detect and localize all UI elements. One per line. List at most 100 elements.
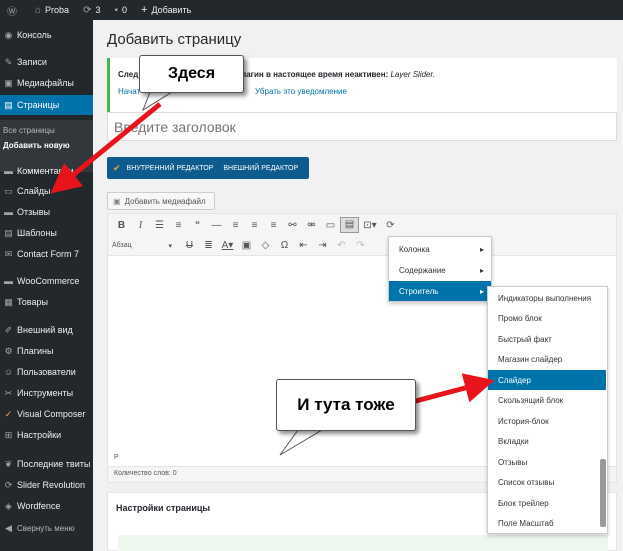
numbered-list-icon[interactable]: ≡ bbox=[169, 220, 188, 231]
sidebar-item-dashboard[interactable]: ◉ Консоль bbox=[0, 25, 93, 45]
sidebar-item-slider-revolution[interactable]: ⟳ Slider Revolution bbox=[0, 475, 93, 495]
sidebar-item-contact-form[interactable]: ✉ Contact Form 7 bbox=[0, 244, 93, 264]
submenu-all-pages[interactable]: Все страницы bbox=[3, 126, 55, 135]
sidebar-item-label: WooCommerce bbox=[17, 276, 80, 286]
menu-item-builder[interactable]: Строитель ▸ bbox=[389, 281, 491, 301]
submenu-item[interactable]: Индикаторы выполнения bbox=[488, 288, 606, 308]
align-left-icon[interactable]: ≡ bbox=[226, 220, 245, 231]
submenu-add-new[interactable]: Добавить новую bbox=[3, 141, 70, 150]
menu-item-column[interactable]: Колонка ▸ bbox=[389, 239, 491, 259]
chevron-right-icon: ▸ bbox=[479, 244, 484, 254]
sidebar-item-testimonials[interactable]: ▬ Отзывы bbox=[0, 202, 93, 222]
link-icon[interactable]: ⚯ bbox=[283, 220, 302, 231]
sidebar-item-pages[interactable]: ▤ Страницы bbox=[0, 95, 93, 115]
undo-icon[interactable]: ↶ bbox=[332, 240, 351, 251]
sidebar-item-appearance[interactable]: ✐ Внешний вид bbox=[0, 320, 93, 340]
sidebar-item-plugins[interactable]: ⚙ Плагины bbox=[0, 341, 93, 361]
italic-icon[interactable]: I bbox=[131, 220, 150, 231]
bold-icon[interactable]: B bbox=[112, 220, 131, 231]
sidebar-item-label: Пользователи bbox=[17, 367, 76, 377]
title-input[interactable] bbox=[107, 112, 617, 141]
submenu-item[interactable]: Отзывы bbox=[488, 452, 606, 472]
special-char-icon[interactable]: Ω bbox=[275, 240, 294, 251]
sidebar-item-templates[interactable]: ▤ Шаблоны bbox=[0, 223, 93, 243]
clear-formatting-icon[interactable]: ◇ bbox=[256, 240, 275, 251]
menu-item-content[interactable]: Содержание ▸ bbox=[389, 260, 491, 280]
inner-editor-button[interactable]: ВНУТРЕННИЙ РЕДАКТОР bbox=[127, 165, 214, 172]
tools-icon: ✂ bbox=[4, 387, 13, 398]
sidebar-item-slides[interactable]: ▭ Слайды bbox=[0, 181, 93, 201]
format-select[interactable]: Абзац ▾ bbox=[112, 239, 176, 253]
blockquote-icon[interactable]: “ bbox=[188, 220, 207, 231]
comments-count: 0 bbox=[122, 5, 128, 15]
updates-count: 3 bbox=[95, 5, 101, 15]
sidebar-item-tools[interactable]: ✂ Инструменты bbox=[0, 383, 93, 403]
submenu-item[interactable]: Поле Масштаб bbox=[488, 513, 606, 533]
format-select-value: Абзац bbox=[112, 242, 132, 249]
indent-icon[interactable]: ⇥ bbox=[313, 240, 332, 251]
submenu-item[interactable]: Скользящий блок bbox=[488, 390, 606, 410]
dashboard-icon: ◉ bbox=[4, 29, 13, 40]
comments-link[interactable]: ▪ 0 bbox=[107, 0, 134, 20]
updates-link[interactable]: ⟳ 3 bbox=[76, 0, 107, 20]
bullet-list-icon[interactable]: ☰ bbox=[150, 220, 169, 231]
submenu-item[interactable]: Вкладки bbox=[488, 431, 606, 451]
menu-item-label: Колонка bbox=[399, 244, 430, 254]
site-name-link[interactable]: ⌂ Proba bbox=[28, 0, 76, 20]
wordpress-logo-icon: Ⓦ bbox=[7, 6, 17, 18]
sidebar-item-tweets[interactable]: ❦ Последние твиты bbox=[0, 454, 93, 474]
sidebar-item-products[interactable]: ▦ Товары bbox=[0, 292, 93, 312]
collapse-menu-button[interactable]: ◀ Свернуть меню bbox=[0, 518, 93, 538]
sidebar-item-wordfence[interactable]: ◈ Wordfence bbox=[0, 496, 93, 516]
sidebar-item-comments[interactable]: ▬ Комментарии bbox=[0, 161, 93, 181]
notice-prefix: След bbox=[118, 70, 139, 79]
sidebar-item-media[interactable]: ▣ Медиафайлы bbox=[0, 73, 93, 93]
shortcode-builder-icon[interactable]: ⊡▾ bbox=[359, 220, 381, 231]
sidebar-item-label: Плагины bbox=[17, 346, 54, 356]
sidebar-item-posts[interactable]: ✎ Записи bbox=[0, 52, 93, 72]
refresh-icon[interactable]: ⟳ bbox=[381, 220, 400, 231]
site-name: Proba bbox=[45, 5, 70, 15]
add-new-link[interactable]: + Добавить bbox=[134, 0, 198, 20]
sidebar-item-visual-composer[interactable]: ✓ Visual Composer bbox=[0, 404, 93, 424]
slider-revolution-icon: ⟳ bbox=[4, 479, 13, 490]
align-right-icon[interactable]: ≡ bbox=[264, 220, 283, 231]
outer-editor-button[interactable]: ВНЕШНИЙ РЕДАКТОР bbox=[223, 165, 298, 172]
sidebar-item-woocommerce[interactable]: ▬ WooCommerce bbox=[0, 271, 93, 291]
align-center-icon[interactable]: ≡ bbox=[245, 220, 264, 231]
more-tag-icon[interactable]: ▭ bbox=[321, 220, 340, 231]
sidebar-item-users[interactable]: ☺ Пользователи bbox=[0, 362, 93, 382]
paste-text-icon[interactable]: ▣ bbox=[237, 240, 256, 251]
submenu-scrollbar[interactable] bbox=[600, 459, 606, 527]
sidebar-item-label: Шаблоны bbox=[17, 228, 57, 238]
notice-activate-link[interactable]: Начат bbox=[118, 87, 140, 96]
callout-here: Здеся bbox=[139, 55, 244, 93]
submenu-item[interactable]: Быстрый факт bbox=[488, 329, 606, 349]
editor-toolbar-secondary: Абзац ▾ U ≣ A▾ ▣ ◇ Ω ⇤ ⇥ ↶ ↷ bbox=[108, 236, 616, 256]
submenu-item[interactable]: Промо блок bbox=[488, 308, 606, 328]
menu-item-label: Строитель bbox=[399, 286, 439, 296]
add-media-button[interactable]: ▣ Добавить медиафайл bbox=[107, 192, 215, 210]
submenu-item[interactable]: Блок трейлер bbox=[488, 493, 606, 513]
toolbar-toggle-icon[interactable]: ▤ bbox=[340, 217, 359, 233]
strikethrough-icon[interactable]: U bbox=[180, 240, 199, 251]
callout-here-too: И тута тоже bbox=[276, 379, 416, 431]
outdent-icon[interactable]: ⇤ bbox=[294, 240, 313, 251]
submenu-item[interactable]: Список отзывы bbox=[488, 472, 606, 492]
submenu-item-slider[interactable]: Слайдер bbox=[488, 370, 606, 390]
chevron-right-icon: ▸ bbox=[479, 265, 484, 275]
submenu-item[interactable]: Магазин слайдер bbox=[488, 349, 606, 369]
submenu-item[interactable]: История-блок bbox=[488, 411, 606, 431]
wordpress-logo-button[interactable]: Ⓦ bbox=[0, 0, 28, 20]
unlink-icon[interactable]: ⚮ bbox=[302, 220, 321, 231]
notice-message: плагин в настоящее время неактивен: bbox=[236, 70, 389, 79]
justify-icon[interactable]: ≣ bbox=[199, 240, 218, 251]
hr-icon[interactable]: — bbox=[207, 220, 226, 231]
sidebar-item-settings[interactable]: ⊞ Настройки bbox=[0, 425, 93, 445]
redo-icon[interactable]: ↷ bbox=[351, 240, 370, 251]
notice-dismiss-link[interactable]: Убрать это уведомление bbox=[255, 87, 347, 96]
page-title: Добавить страницу bbox=[107, 31, 242, 48]
text-color-icon[interactable]: A▾ bbox=[218, 240, 237, 251]
page-settings-title: Настройки страницы bbox=[116, 503, 211, 513]
slides-icon: ▭ bbox=[4, 185, 13, 196]
